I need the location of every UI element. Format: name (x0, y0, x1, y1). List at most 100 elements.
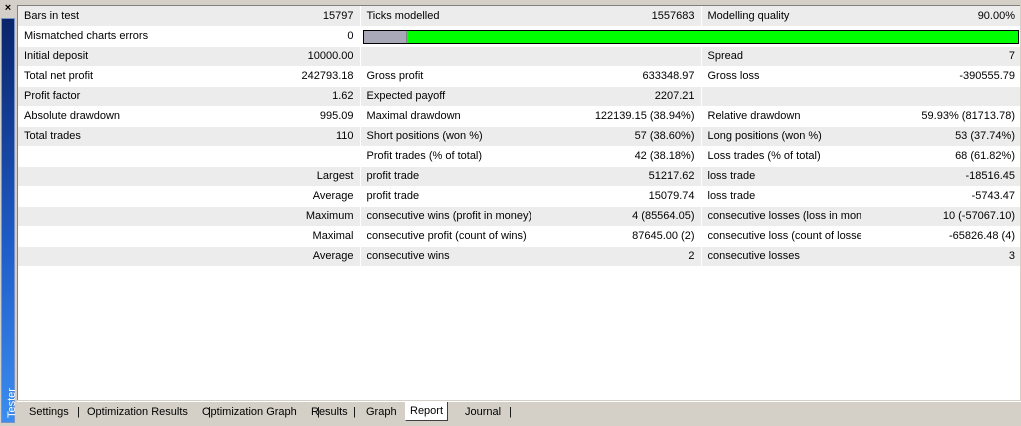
value-largest-loss-trade: -18516.45 (861, 166, 1020, 187)
tab-graph[interactable]: Graph (362, 404, 401, 420)
value-modelling-quality: 90.00% (861, 6, 1020, 27)
tab-separator: | (77, 406, 80, 418)
table-row: Total trades 110 Short positions (won %)… (18, 126, 1020, 147)
table-row: Maximal consecutive profit (count of win… (18, 226, 1020, 247)
label-bars-in-test: Bars in test (18, 6, 189, 27)
label-average: Average (189, 186, 360, 207)
tab-optimization-graph[interactable]: Optimization Graph (198, 404, 301, 420)
value-profit-factor: 1.62 (189, 86, 360, 107)
value-max-consecutive-wins: 4 (85564.05) (531, 206, 701, 227)
label-average: Average (189, 246, 360, 267)
label-empty (18, 146, 189, 167)
tester-window: × Tester Bars in test 15797 Ticks modell… (0, 0, 1021, 426)
label-expected-payoff: Expected payoff (359, 86, 531, 107)
label-modelling-quality: Modelling quality (700, 6, 861, 27)
value-average-consecutive-losses: 3 (861, 246, 1020, 267)
label-total-trades: Total trades (18, 126, 189, 147)
value-average-profit-trade: 15079.74 (531, 186, 701, 207)
label-total-net-profit: Total net profit (18, 66, 189, 87)
value-ticks-modelled: 1557683 (531, 6, 701, 27)
table-row: Mismatched charts errors 0 (18, 26, 1020, 47)
label-gross-profit: Gross profit (359, 66, 531, 87)
label-empty (18, 246, 189, 267)
label-initial-deposit: Initial deposit (18, 46, 189, 67)
value-maximal-drawdown: 122139.15 (38.94%) (531, 106, 701, 127)
value-loss-trades: 68 (61.82%) (861, 146, 1020, 167)
label-average-consecutive-wins: consecutive wins (359, 246, 531, 267)
label-empty (700, 86, 861, 107)
tab-separator: | (509, 406, 512, 418)
label-maximal-consecutive-loss: consecutive loss (count of losses) (700, 226, 861, 247)
table-row: Initial deposit 10000.00 Spread 7 (18, 46, 1020, 67)
tester-tabs: Settings | Optimization Results | Optimi… (17, 401, 1021, 424)
value-maximal-consecutive-loss: -65826.48 (4) (861, 226, 1020, 247)
value-profit-trades: 42 (38.18%) (531, 146, 701, 167)
table-row: Absolute drawdown 995.09 Maximal drawdow… (18, 106, 1020, 127)
value-average-consecutive-wins: 2 (531, 246, 701, 267)
value-mismatched-charts-errors: 0 (189, 26, 360, 47)
label-average-profit-trade: profit trade (359, 186, 531, 207)
value-gross-profit: 633348.97 (531, 66, 701, 87)
label-largest-loss-trade: loss trade (700, 166, 861, 187)
table-row: Maximum consecutive wins (profit in mone… (18, 206, 1020, 227)
close-icon[interactable]: × (2, 2, 14, 14)
label-maximal-consecutive-profit: consecutive profit (count of wins) (359, 226, 531, 247)
report-panel: Bars in test 15797 Ticks modelled 155768… (17, 5, 1020, 400)
mismatch-segment (363, 30, 408, 43)
table-row: Profit trades (% of total) 42 (38.18%) L… (18, 146, 1020, 167)
label-maximal-drawdown: Maximal drawdown (359, 106, 531, 127)
label-long-positions: Long positions (won %) (700, 126, 861, 147)
table-row: Largest profit trade 51217.62 loss trade… (18, 166, 1020, 187)
label-empty (18, 206, 189, 227)
label-gross-loss: Gross loss (700, 66, 861, 87)
value-short-positions: 57 (38.60%) (531, 126, 701, 147)
table-row: Average profit trade 15079.74 loss trade… (18, 186, 1020, 207)
value-largest-profit-trade: 51217.62 (531, 166, 701, 187)
value-relative-drawdown: 59.93% (81713.78) (861, 106, 1020, 127)
label-profit-trades: Profit trades (% of total) (359, 146, 531, 167)
label-max-consecutive-wins: consecutive wins (profit in money) (359, 206, 531, 227)
table-row: Total net profit 242793.18 Gross profit … (18, 66, 1020, 87)
tab-journal[interactable]: Journal (461, 404, 505, 420)
value-average-loss-trade: -5743.47 (861, 186, 1020, 207)
label-average-loss-trade: loss trade (700, 186, 861, 207)
label-maximal: Maximal (189, 226, 360, 247)
value-spread: 7 (861, 46, 1020, 67)
tab-settings[interactable]: Settings (25, 404, 73, 420)
table-row: Average consecutive wins 2 consecutive l… (18, 246, 1020, 267)
label-largest: Largest (189, 166, 360, 187)
label-profit-factor: Profit factor (18, 86, 189, 107)
value-long-positions: 53 (37.74%) (861, 126, 1020, 147)
left-title-bar: × Tester (0, 0, 18, 426)
label-max-consecutive-losses: consecutive losses (loss in money) (700, 206, 861, 227)
value-empty (531, 46, 701, 67)
label-loss-trades: Loss trades (% of total) (700, 146, 861, 167)
table-row: Profit factor 1.62 Expected payoff 2207.… (18, 86, 1020, 107)
label-short-positions: Short positions (won %) (359, 126, 531, 147)
value-total-net-profit: 242793.18 (189, 66, 360, 87)
value-total-trades: 110 (189, 126, 360, 147)
value-empty (861, 86, 1020, 107)
value-empty (189, 146, 360, 167)
label-empty (18, 226, 189, 247)
tab-report[interactable]: Report (405, 402, 449, 421)
label-mismatched-charts-errors: Mismatched charts errors (18, 26, 189, 47)
modelling-quality-cell (359, 26, 1020, 47)
label-ticks-modelled: Ticks modelled (359, 6, 531, 27)
label-empty (18, 166, 189, 187)
label-empty (18, 186, 189, 207)
value-expected-payoff: 2207.21 (531, 86, 701, 107)
value-max-consecutive-losses: 10 (-57067.10) (861, 206, 1020, 227)
tab-results[interactable]: Results (307, 404, 352, 420)
table-row: Bars in test 15797 Ticks modelled 155768… (18, 6, 1020, 27)
tab-optimization-results[interactable]: Optimization Results (83, 404, 192, 420)
label-relative-drawdown: Relative drawdown (700, 106, 861, 127)
label-empty (359, 46, 531, 67)
value-maximal-consecutive-profit: 87645.00 (2) (531, 226, 701, 247)
modelling-quality-bar (362, 29, 1019, 44)
label-largest-profit-trade: profit trade (359, 166, 531, 187)
label-absolute-drawdown: Absolute drawdown (18, 106, 189, 127)
value-bars-in-test: 15797 (189, 6, 360, 27)
tab-separator: | (353, 406, 356, 418)
vertical-title-bar: Tester (1, 18, 18, 423)
